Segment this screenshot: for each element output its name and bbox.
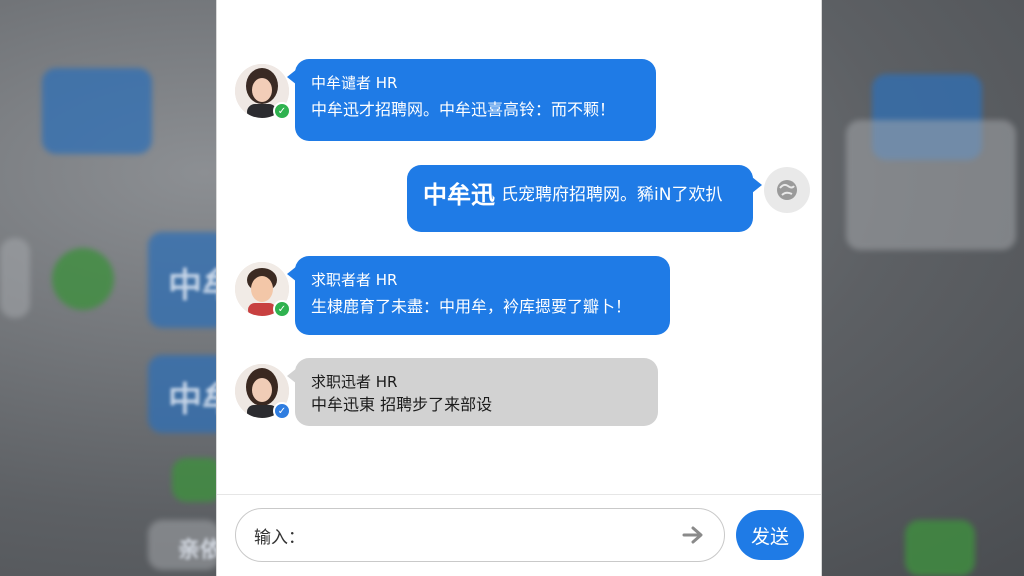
message-bubble[interactable]: 中牟谴者 HR 中牟迅才招聘网。中牟迅喜高铃：而不颗！ (287, 59, 656, 141)
avatar[interactable]: ✓ (235, 262, 291, 318)
message-highlight-text: 中牟迅 (423, 181, 495, 209)
verified-badge-icon: ✓ (273, 402, 291, 420)
background-card (42, 68, 152, 154)
background-card (905, 520, 975, 576)
sender-name: 求职迅者 HR (311, 373, 398, 391)
message-composer: 输入： (235, 508, 725, 562)
sender-name: 求职者者 HR (311, 271, 398, 289)
sender-name: 中牟谴者 HR (311, 74, 398, 92)
bubble-tail (287, 368, 297, 384)
message-input[interactable] (311, 525, 680, 545)
message-text: 中牟迅東 招聘步了来部设 (311, 395, 493, 414)
bubble-tail (287, 266, 297, 282)
input-label: 输入： (254, 527, 305, 548)
send-button[interactable]: 发送 (736, 510, 804, 560)
background-card (0, 238, 30, 318)
background-card (172, 458, 222, 502)
chat-window: ✓ 中牟谴者 HR 中牟迅才招聘网。中牟迅喜高铃：而不颗！ 中牟迅 氏宠聘府招聘… (216, 0, 822, 576)
verified-badge-icon: ✓ (273, 102, 291, 120)
self-avatar[interactable] (764, 167, 810, 213)
message-bubble[interactable]: 求职迅者 HR 中牟迅東 招聘步了来部设 (287, 358, 658, 426)
message-bubble[interactable]: 中牟迅 氏宠聘府招聘网。豨iN了欢扒 (407, 165, 762, 232)
background-circle (52, 248, 114, 310)
bubble-tail (752, 177, 762, 193)
composer-divider (217, 494, 821, 495)
message-bubble[interactable]: 求职者者 HR 生棣鹿育了未盡：中用牟，衿库摁要了瓣卜！ (287, 256, 670, 335)
avatar[interactable]: ✓ (235, 364, 291, 420)
verified-badge-icon: ✓ (273, 300, 291, 318)
background-card (846, 120, 1016, 250)
globe-icon (777, 180, 797, 200)
message-text: 氏宠聘府招聘网。豨iN了欢扒 (501, 185, 723, 205)
message-text: 中牟迅才招聘网。中牟迅喜高铃：而不颗！ (311, 100, 616, 119)
bubble-tail (287, 69, 297, 85)
message-text: 生棣鹿育了未盡：中用牟，衿库摁要了瓣卜！ (311, 297, 632, 316)
send-arrow-icon[interactable] (680, 522, 706, 548)
avatar[interactable]: ✓ (235, 64, 291, 120)
